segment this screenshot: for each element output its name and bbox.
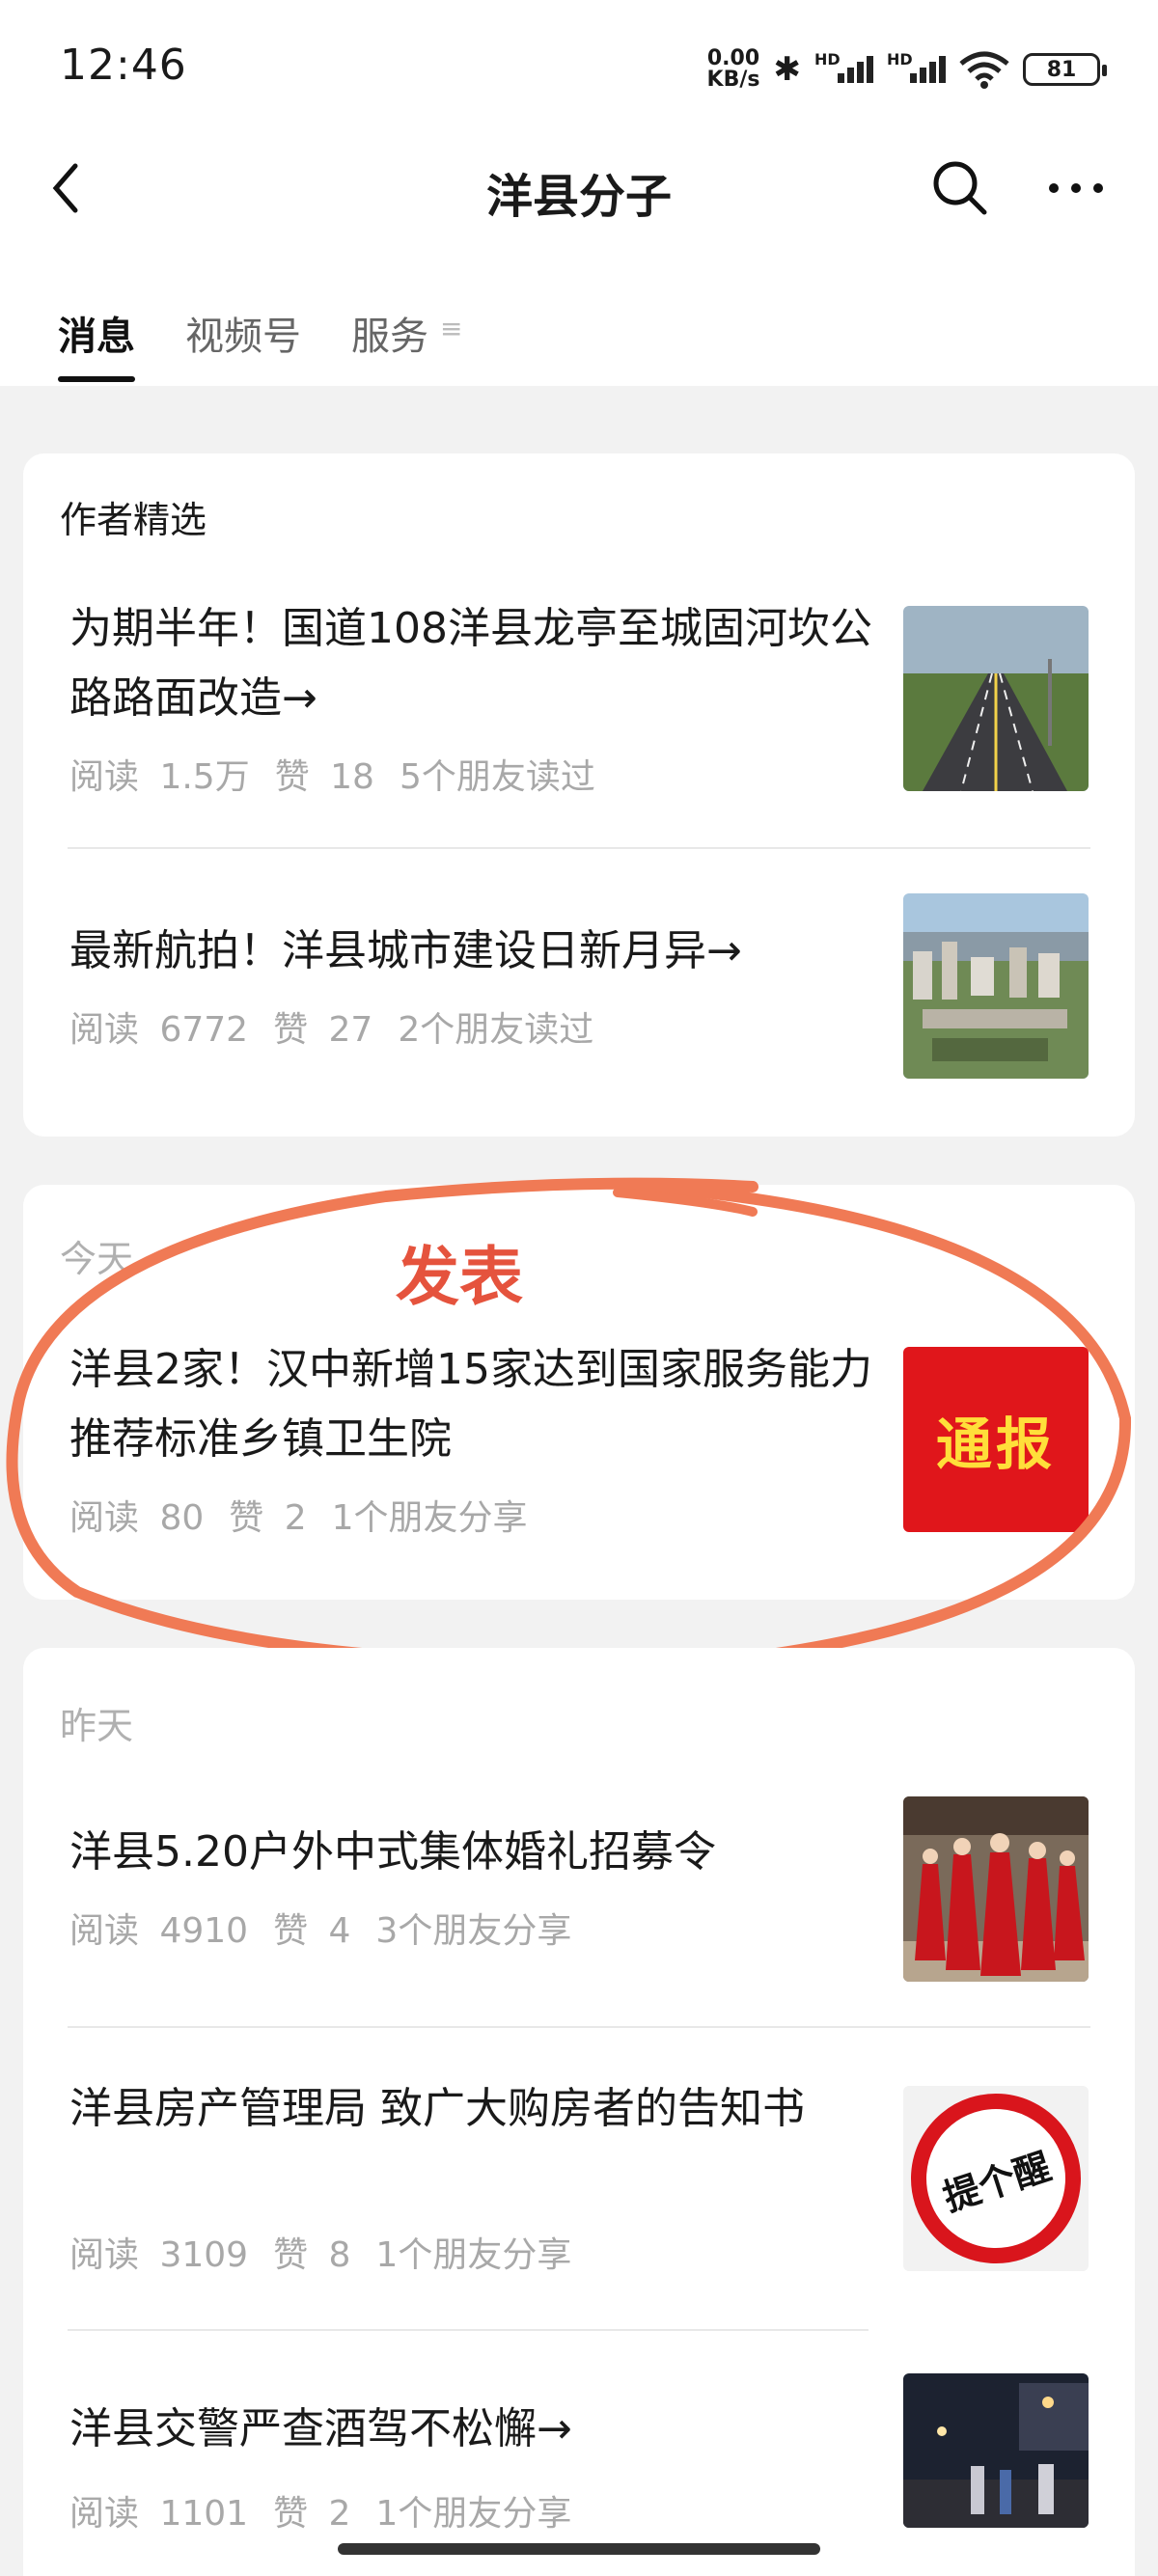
- annotation-text: 发表: [396, 1240, 523, 1314]
- tab-messages[interactable]: 消息: [58, 305, 135, 382]
- wedding-photo-icon: [903, 1796, 1089, 1982]
- status-icons: 0.00 KB/s ✱ HD HD 81: [706, 42, 1107, 96]
- night-street-photo-icon: [903, 2373, 1089, 2528]
- article-item[interactable]: 洋县房产管理局 致广大购房者的告知书 阅读 3109 赞 8 1个朋友分享 提个醒: [46, 2074, 1089, 2287]
- article-item[interactable]: 最新航拍！洋县城市建设日新月异→ 阅读 6772 赞 27 2个朋友读过: [46, 880, 1089, 1092]
- article-meta: 阅读 1.5万赞 18 5个朋友读过: [69, 757, 595, 797]
- divider: [68, 847, 1090, 849]
- highway-photo-icon: [903, 606, 1089, 791]
- article-title: 最新航拍！洋县城市建设日新月异→: [69, 926, 742, 975]
- article-meta: 阅读 80 赞 2 1个朋友分享: [69, 1498, 528, 1538]
- article-title: 洋县5.20户外中式集体婚礼招募令: [69, 1827, 716, 1877]
- article-item[interactable]: 洋县5.20户外中式集体婚礼招募令 阅读 4910 赞 4 3个朋友分享: [46, 1796, 1089, 1989]
- divider: [68, 2026, 1090, 2028]
- notice-thumbnail: 通报: [903, 1347, 1089, 1532]
- article-title: 为期半年！国道108洋县龙亭至城固河坎公路路面改造→: [69, 604, 872, 723]
- article-item[interactable]: 洋县2家！汉中新增15家达到国家服务能力推荐标准乡镇卫生院 阅读 80 赞 2 1个…: [46, 1335, 1089, 1548]
- wifi-icon: [959, 51, 1009, 89]
- home-indicator[interactable]: [338, 2543, 820, 2555]
- tab-services[interactable]: 服务: [351, 305, 428, 361]
- article-meta: 阅读 1101 赞 2 1个朋友分享: [69, 2494, 572, 2534]
- article-meta: 阅读 6772 赞 27 2个朋友读过: [69, 1010, 594, 1050]
- article-meta: 阅读 4910 赞 4 3个朋友分享: [69, 1911, 572, 1951]
- signal-icon: HD: [814, 50, 873, 83]
- tab-bar: 消息 视频号 服务 ≡: [58, 305, 462, 382]
- network-speed: 0.00 KB/s: [706, 46, 760, 92]
- article-meta: 阅读 3109 赞 8 1个朋友分享: [69, 2235, 572, 2275]
- status-time: 12:46: [60, 41, 187, 90]
- bluetooth-icon: ✱: [773, 50, 802, 89]
- article-item[interactable]: 为期半年！国道108洋县龙亭至城固河坎公路路面改造→ 阅读 1.5万赞 18 5个…: [46, 594, 1089, 807]
- article-item[interactable]: 洋县交警严查酒驾不松懈→ 阅读 1101 赞 2 1个朋友分享: [46, 2373, 1089, 2534]
- status-bar: 12:46 0.00 KB/s ✱ HD HD 81: [0, 0, 1158, 135]
- section-header: 昨天: [60, 1705, 134, 1747]
- tab-channels[interactable]: 视频号: [185, 305, 301, 361]
- section-header: 今天: [60, 1238, 134, 1280]
- battery-indicator: 81: [1023, 53, 1107, 86]
- divider: [68, 2329, 868, 2331]
- signal-icon-2: HD: [887, 50, 946, 83]
- search-icon[interactable]: [926, 154, 994, 222]
- city-aerial-photo-icon: [903, 893, 1089, 1079]
- menu-icon[interactable]: ≡: [440, 305, 462, 361]
- section-header: 作者精选: [60, 499, 207, 541]
- article-title: 洋县交警严查酒驾不松懈→: [69, 2404, 572, 2453]
- reminder-thumbnail: 提个醒: [903, 2086, 1089, 2271]
- article-title: 洋县房产管理局 致广大购房者的告知书: [69, 2084, 805, 2133]
- nav-bar: 洋县分子: [0, 135, 1158, 241]
- more-options-icon[interactable]: [1042, 164, 1110, 212]
- article-title: 洋县2家！汉中新增15家达到国家服务能力推荐标准乡镇卫生院: [69, 1345, 872, 1464]
